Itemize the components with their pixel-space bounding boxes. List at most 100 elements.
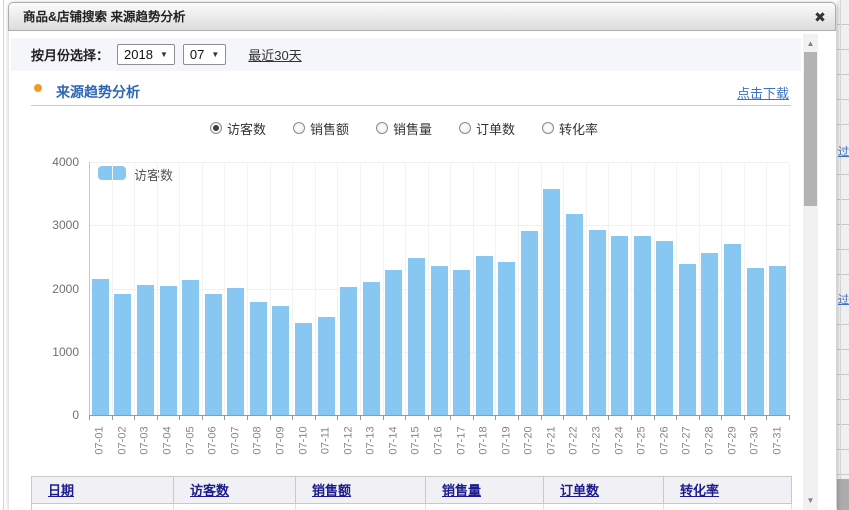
radio-label: 销售额 bbox=[310, 119, 349, 138]
bar bbox=[566, 214, 583, 415]
x-axis-tick bbox=[247, 416, 248, 420]
x-axis-tick bbox=[721, 416, 722, 420]
y-axis-label: 1000 bbox=[39, 345, 79, 359]
chevron-down-icon: ▼ bbox=[211, 50, 219, 59]
x-axis-label: 07-23 bbox=[591, 421, 604, 461]
x-axis-tick bbox=[495, 416, 496, 420]
radio-label: 订单数 bbox=[476, 119, 515, 138]
grid-line-vertical bbox=[789, 162, 790, 415]
radio-icon bbox=[542, 122, 554, 134]
bar bbox=[634, 236, 651, 415]
table-header-row: 日期访客数销售额销售量订单数转化率 bbox=[31, 476, 792, 504]
bar bbox=[656, 241, 673, 415]
x-axis-tick bbox=[789, 416, 790, 420]
grid-line-vertical bbox=[383, 162, 384, 415]
grid-line-vertical bbox=[654, 162, 655, 415]
screen: 过 过 商品&店铺搜索 来源趋势分析 ✖ 按月份选择： 2018 ▼ 07 ▼ … bbox=[0, 0, 849, 510]
grid-line-horizontal bbox=[89, 162, 789, 163]
radio-icon bbox=[459, 122, 471, 134]
y-axis-label: 2000 bbox=[39, 282, 79, 296]
metric-radio-option[interactable]: 转化率 bbox=[542, 119, 598, 138]
bar bbox=[272, 306, 289, 415]
x-axis-label: 07-25 bbox=[636, 421, 649, 461]
grid-line-vertical bbox=[112, 162, 113, 415]
grid-line-vertical bbox=[134, 162, 135, 415]
bar bbox=[114, 294, 131, 415]
table-header-cell[interactable]: 转化率 bbox=[664, 476, 792, 504]
x-axis-label: 07-22 bbox=[568, 421, 581, 461]
x-axis-tick bbox=[360, 416, 361, 420]
scroll-up-icon[interactable]: ▲ bbox=[803, 39, 818, 48]
scroll-down-icon[interactable]: ▼ bbox=[803, 496, 818, 505]
month-select[interactable]: 07 ▼ bbox=[183, 44, 226, 65]
dialog-title: 商品&店铺搜索 来源趋势分析 bbox=[23, 3, 186, 31]
grid-line-vertical bbox=[608, 162, 609, 415]
bar bbox=[701, 253, 718, 415]
grid-line-vertical bbox=[473, 162, 474, 415]
month-select-label: 按月份选择： bbox=[31, 45, 109, 64]
close-icon[interactable]: ✖ bbox=[811, 8, 829, 26]
table-cell bbox=[31, 504, 174, 510]
grid-line-vertical bbox=[563, 162, 564, 415]
background-page-edge bbox=[3, 0, 4, 510]
radio-icon bbox=[293, 122, 305, 134]
chevron-down-icon: ▼ bbox=[160, 50, 168, 59]
month-filter-bar: 按月份选择： 2018 ▼ 07 ▼ 最近30天 bbox=[11, 38, 801, 71]
trend-analysis-dialog: 商品&店铺搜索 来源趋势分析 ✖ 按月份选择： 2018 ▼ 07 ▼ 最近30… bbox=[8, 2, 836, 510]
x-axis-label: 07-13 bbox=[365, 421, 378, 461]
grid-line-vertical bbox=[744, 162, 745, 415]
grid-line-vertical bbox=[766, 162, 767, 415]
x-axis-tick bbox=[541, 416, 542, 420]
grid-line-vertical bbox=[315, 162, 316, 415]
bar bbox=[137, 285, 154, 415]
grid-line-vertical bbox=[699, 162, 700, 415]
y-axis-label: 0 bbox=[39, 408, 79, 422]
x-axis-label: 07-01 bbox=[94, 421, 107, 461]
grid-line-vertical bbox=[450, 162, 451, 415]
bar bbox=[205, 294, 222, 415]
x-axis-tick bbox=[654, 416, 655, 420]
bar bbox=[92, 279, 109, 415]
table-header-cell[interactable]: 访客数 bbox=[174, 476, 296, 504]
bar bbox=[431, 266, 448, 415]
bar bbox=[408, 258, 425, 415]
x-axis-label: 07-09 bbox=[274, 421, 287, 461]
bar bbox=[543, 189, 560, 415]
x-axis-label: 07-12 bbox=[342, 421, 355, 461]
bar bbox=[747, 268, 764, 415]
table-header-cell[interactable]: 订单数 bbox=[544, 476, 664, 504]
grid-line-vertical bbox=[541, 162, 542, 415]
radio-label: 转化率 bbox=[559, 119, 598, 138]
bar bbox=[160, 286, 177, 415]
bar bbox=[318, 317, 335, 415]
download-link[interactable]: 点击下载 bbox=[737, 83, 789, 102]
vertical-scrollbar[interactable]: ▲ ▼ bbox=[803, 34, 818, 510]
bar bbox=[340, 287, 357, 415]
y-axis-label: 3000 bbox=[39, 218, 79, 232]
grid-line-vertical bbox=[270, 162, 271, 415]
x-axis-label: 07-18 bbox=[478, 421, 491, 461]
x-axis-label: 07-21 bbox=[545, 421, 558, 461]
x-axis-tick bbox=[134, 416, 135, 420]
x-axis-tick bbox=[383, 416, 384, 420]
metric-radio-option[interactable]: 访客数 bbox=[210, 119, 266, 138]
table-header-cell[interactable]: 日期 bbox=[31, 476, 174, 504]
table-header-cell[interactable]: 销售量 bbox=[426, 476, 544, 504]
metric-radio-option[interactable]: 订单数 bbox=[459, 119, 515, 138]
grid-line-vertical bbox=[676, 162, 677, 415]
year-select[interactable]: 2018 ▼ bbox=[117, 44, 175, 65]
x-axis-label: 07-28 bbox=[703, 421, 716, 461]
x-axis-label: 07-02 bbox=[116, 421, 129, 461]
metric-radio-option[interactable]: 销售量 bbox=[376, 119, 432, 138]
x-axis-tick bbox=[405, 416, 406, 420]
recent-30-days-link[interactable]: 最近30天 bbox=[248, 45, 301, 64]
x-axis-tick bbox=[744, 416, 745, 420]
table-header-cell[interactable]: 销售额 bbox=[296, 476, 426, 504]
section-header: 来源趋势分析 点击下载 bbox=[31, 81, 791, 106]
radio-icon bbox=[210, 122, 222, 134]
x-axis-tick bbox=[270, 416, 271, 420]
bar bbox=[589, 230, 606, 415]
section-title: 来源趋势分析 bbox=[56, 82, 140, 102]
metric-radio-option[interactable]: 销售额 bbox=[293, 119, 349, 138]
scrollbar-thumb[interactable] bbox=[804, 52, 817, 206]
